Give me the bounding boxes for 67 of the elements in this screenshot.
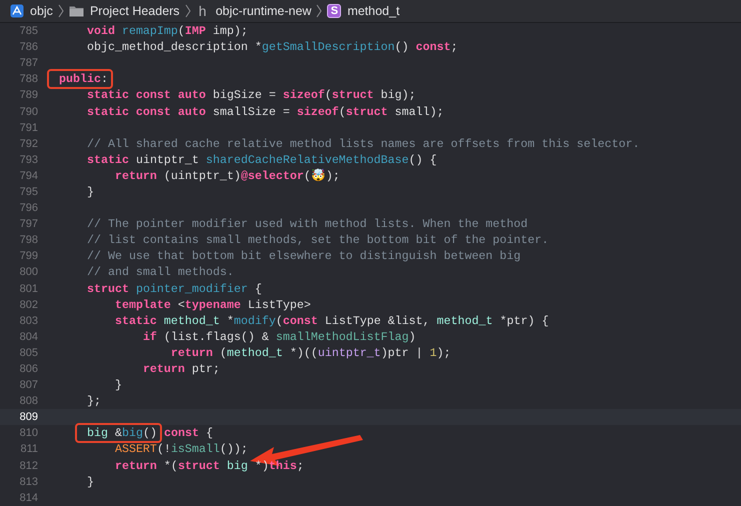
- line-number: 797: [18, 218, 38, 230]
- struct-icon: S: [327, 4, 342, 18]
- code-text: return *(struct big *)this;: [114, 458, 304, 473]
- line-number: 803: [18, 314, 38, 327]
- line-number: 785: [18, 25, 38, 38]
- line-number: 794: [18, 170, 38, 182]
- line-number: 813: [18, 476, 38, 488]
- line-number: 793: [18, 154, 38, 166]
- folder-icon: [68, 5, 84, 17]
- code-text: return (uintptr_t)@selector(🤯);: [114, 168, 340, 184]
- line-number: 806: [18, 363, 38, 376]
- line-number: 798: [18, 234, 38, 246]
- code-text: static method_t *modify(const ListType &list, method_t *ptr) {: [114, 314, 549, 328]
- code-text: public:: [59, 72, 108, 86]
- header-file-icon: h: [196, 4, 210, 18]
- line-number: 802: [18, 298, 38, 311]
- line-number: 788: [18, 73, 38, 86]
- line-number: 791: [18, 122, 38, 134]
- code-text: }: [86, 184, 94, 199]
- code-text: return (method_t *)((uintptr_t)ptr | 1);: [170, 346, 451, 360]
- code-text: big &big(): [86, 426, 157, 440]
- line-number: 801: [18, 282, 38, 295]
- breadcrumb-item[interactable]: h objc-runtime-new: [196, 4, 312, 18]
- line-number: 810: [18, 427, 38, 440]
- chevron-icon: [184, 4, 191, 18]
- line-number: 811: [19, 443, 38, 456]
- code-text: };: [86, 394, 101, 408]
- line-number: 795: [18, 186, 38, 198]
- chevron-icon: [58, 4, 64, 18]
- code-text: // list contains small methods, set the bottom bit of the pointer.: [86, 233, 549, 248]
- code-text: // The pointer modifier used with method lists. When the method: [86, 217, 528, 232]
- line-number: 812: [18, 460, 38, 472]
- line-number: 789: [18, 89, 38, 102]
- line-number: 805: [18, 346, 38, 359]
- chevron-icon: [316, 4, 322, 18]
- line-number: 800: [18, 266, 38, 278]
- line-number: 809: [18, 411, 38, 424]
- line-number: 807: [18, 379, 38, 392]
- code-text: if (list.flags() & smallMethodListFlag): [142, 330, 416, 344]
- code-text: return ptr;: [142, 362, 220, 376]
- code-text: static uintptr_t sharedCacheRelativeMethodBase() {: [86, 152, 437, 167]
- breadcrumb-item[interactable]: Project Headers: [68, 4, 180, 18]
- line-number: 787: [18, 57, 38, 70]
- line-number: 799: [18, 250, 38, 262]
- code-text: template <typename ListType>: [114, 298, 311, 312]
- code-text: static const auto smallSize = sizeof(struct small);: [86, 104, 444, 119]
- line-number: 808: [18, 395, 38, 408]
- code-text: objc_method_description *getSmallDescription() const;: [86, 40, 458, 54]
- code-text: ASSERT(!isSmall());: [114, 442, 248, 456]
- line-number: 796: [18, 202, 38, 214]
- code-text: }: [114, 378, 122, 392]
- code-text: struct pointer_modifier {: [86, 282, 262, 296]
- code-text: void remapImp(IMP imp);: [86, 24, 248, 38]
- line-number: 790: [18, 106, 38, 118]
- code-text: }: [86, 474, 94, 489]
- line-number: 804: [18, 330, 38, 343]
- app-icon: [10, 4, 24, 18]
- line-number: 786: [18, 41, 38, 54]
- code-text: static const auto bigSize = sizeof(struct big);: [86, 88, 416, 102]
- code-text: const {: [162, 426, 213, 440]
- line-number: 792: [18, 138, 38, 150]
- breadcrumb-item[interactable]: S method_t: [327, 4, 400, 18]
- code-text: // All shared cache relative method lists names are offsets from this selector.: [86, 136, 640, 151]
- code-text: // We use that bottom bit elsewhere to distinguish between big: [86, 249, 521, 264]
- line-number: 814: [18, 492, 38, 504]
- breadcrumb-item[interactable]: objc: [10, 4, 53, 18]
- code-text: // and small methods.: [86, 265, 234, 280]
